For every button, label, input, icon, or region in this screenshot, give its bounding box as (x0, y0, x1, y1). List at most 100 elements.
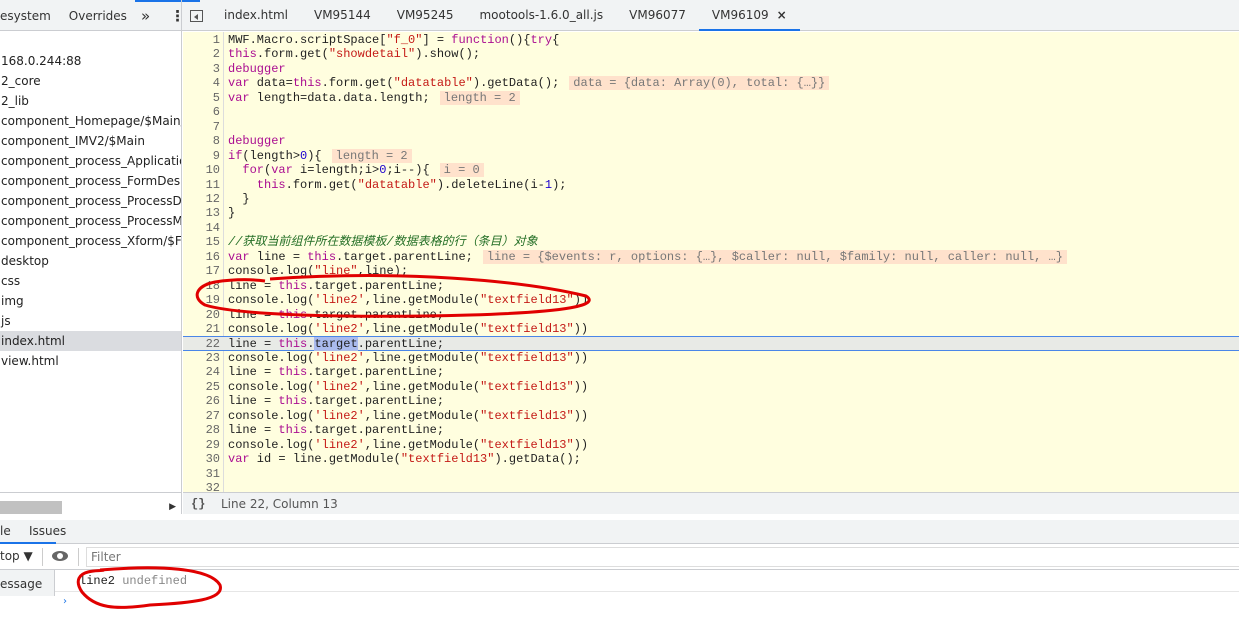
code-line[interactable]: 8 debugger (183, 134, 1239, 148)
message-value[interactable]: undefined (122, 574, 187, 588)
code-line[interactable]: 2 this.form.get("showdetail").show(); (183, 47, 1239, 61)
code-line[interactable]: 20 line = this.target.parentLine; (183, 308, 1239, 322)
code-line[interactable]: 1 MWF.Macro.scriptSpace["f_0"] = function… (183, 33, 1239, 47)
file-tab[interactable]: VM96077 (616, 0, 699, 31)
line-number[interactable]: 18 (183, 279, 220, 293)
code-line[interactable]: 19 console.log('line2',line.getModule("te… (183, 293, 1239, 307)
code-line[interactable]: 18 line = this.target.parentLine; (183, 279, 1239, 293)
code-line[interactable]: 22 line = this.target.parentLine; (183, 336, 1239, 352)
line-number[interactable]: 14 (183, 221, 220, 235)
line-number[interactable]: 30 (183, 452, 220, 466)
line-number[interactable]: 9 (183, 149, 220, 163)
code-line[interactable]: 9 if(length>0){length = 2 (183, 148, 1239, 163)
code-line[interactable]: 5 var length=data.data.length; length = 2 (183, 90, 1239, 105)
file-tab[interactable]: mootools-1.6.0_all.js (466, 0, 616, 31)
code-line[interactable]: 21 console.log('line2',line.getModule("te… (183, 322, 1239, 336)
line-number[interactable]: 29 (183, 438, 220, 452)
code-line[interactable]: 17 console.log("line",line); (183, 264, 1239, 278)
code-line[interactable]: 31 (183, 467, 1239, 481)
code-line[interactable]: 23 console.log('line2',line.getModule("te… (183, 351, 1239, 365)
code-line[interactable]: 16 var line = this.target.parentLine; line… (183, 249, 1239, 264)
line-number[interactable]: 16 (183, 250, 220, 264)
line-number[interactable]: 11 (183, 178, 220, 192)
toggle-navigator-button[interactable] (182, 0, 211, 31)
line-number[interactable]: 10 (183, 163, 220, 177)
code-editor[interactable]: 1 MWF.Macro.scriptSpace["f_0"] = function… (183, 32, 1239, 492)
line-number[interactable]: 8 (183, 134, 220, 148)
file-tree-item[interactable]: component_Homepage/$Main/de (0, 111, 181, 131)
line-number[interactable]: 32 (183, 481, 220, 492)
file-tab[interactable]: index.html (211, 0, 301, 31)
code-line[interactable]: 4 var data=this.form.get("datatable").get… (183, 76, 1239, 91)
code-line[interactable]: 32 (183, 481, 1239, 492)
file-tree-item[interactable]: component_process_FormDesigne (0, 171, 181, 191)
tab-overrides[interactable]: Overrides (69, 9, 127, 23)
code-line[interactable]: 15 //获取当前组件所在数据模板/数据表格的行（条目）对象 (183, 235, 1239, 249)
line-number[interactable]: 17 (183, 264, 220, 278)
line-number[interactable]: 13 (183, 206, 220, 220)
line-number[interactable]: 12 (183, 192, 220, 206)
file-tab[interactable]: VM95144 (301, 0, 384, 31)
tab-issues[interactable]: Issues (29, 520, 66, 544)
more-tabs-icon[interactable]: » (141, 7, 150, 25)
line-number[interactable]: 28 (183, 423, 220, 437)
line-number[interactable]: 31 (183, 467, 220, 481)
file-tree-item[interactable]: img (0, 291, 181, 311)
code-line[interactable]: 3 debugger (183, 62, 1239, 76)
file-tab[interactable]: VM95245 (384, 0, 467, 31)
line-number[interactable]: 6 (183, 105, 220, 119)
scroll-right-arrow-icon[interactable]: ▶ (169, 502, 176, 512)
navigator-horizontal-scrollbar[interactable]: ▶ (0, 492, 182, 514)
file-tree-item[interactable]: index.html (0, 331, 181, 351)
code-line[interactable]: 26 line = this.target.parentLine; (183, 394, 1239, 408)
file-tree-item[interactable]: 168.0.244:88 (0, 51, 181, 71)
code-line[interactable]: 25 console.log('line2',line.getModule("te… (183, 380, 1239, 394)
console-filter-input[interactable]: Filter (86, 547, 1239, 567)
line-number[interactable]: 25 (183, 380, 220, 394)
code-line[interactable]: 29 console.log('line2',line.getModule("te… (183, 438, 1239, 452)
line-number[interactable]: 23 (183, 351, 220, 365)
scrollbar-thumb[interactable] (0, 501, 62, 514)
line-number[interactable]: 24 (183, 365, 220, 379)
line-number[interactable]: 19 (183, 293, 220, 307)
line-number[interactable]: 20 (183, 308, 220, 322)
file-tree-item[interactable]: component_process_ProcessMana (0, 211, 181, 231)
line-number[interactable]: 15 (183, 235, 220, 249)
line-number[interactable]: 4 (183, 76, 220, 90)
line-number[interactable]: 1 (183, 33, 220, 47)
code-line[interactable]: 27 console.log('line2',line.getModule("te… (183, 409, 1239, 423)
file-tree-item[interactable]: 2_core (0, 71, 181, 91)
line-number[interactable]: 5 (183, 91, 220, 105)
code-line[interactable]: 7 (183, 120, 1239, 134)
file-tree-item[interactable]: css (0, 271, 181, 291)
file-tree-item[interactable]: component_process_ProcessDesig (0, 191, 181, 211)
line-number[interactable]: 7 (183, 120, 220, 134)
console-sidebar-messages[interactable]: essage (0, 570, 55, 596)
file-tree-item[interactable]: component_process_ApplicationEx (0, 151, 181, 171)
file-tree-item[interactable]: component_IMV2/$Main (0, 131, 181, 151)
line-number[interactable]: 27 (183, 409, 220, 423)
code-line[interactable]: 10 for(var i=length;i>0;i--){i = 0 (183, 163, 1239, 178)
file-tree-item[interactable]: view.html (0, 351, 181, 371)
file-tree-item[interactable]: desktop (0, 251, 181, 271)
line-number[interactable]: 3 (183, 62, 220, 76)
console-prompt-icon[interactable]: › (63, 596, 67, 607)
code-line[interactable]: 12 } (183, 192, 1239, 206)
code-line[interactable]: 13} (183, 206, 1239, 220)
file-tab[interactable]: VM96109 × (698, 0, 800, 31)
line-number[interactable]: 22 (183, 337, 220, 351)
pretty-print-icon[interactable]: {} (191, 493, 205, 515)
file-tree-item[interactable]: 2_lib (0, 91, 181, 111)
line-number[interactable]: 26 (183, 394, 220, 408)
line-number[interactable]: 21 (183, 322, 220, 336)
close-tab-icon[interactable]: × (777, 8, 787, 22)
code-line[interactable]: 30 var id = line.getModule("textfield13")… (183, 452, 1239, 466)
context-selector[interactable]: top ▼ (0, 549, 33, 563)
code-line[interactable]: 24 line = this.target.parentLine; (183, 365, 1239, 379)
code-line[interactable]: 6 (183, 105, 1239, 119)
code-line[interactable]: 11 this.form.get("datatable").deleteLine… (183, 178, 1239, 192)
line-number[interactable]: 2 (183, 47, 220, 61)
file-tree-item[interactable]: component_process_Xform/$Form (0, 231, 181, 251)
tab-filesystem[interactable]: esystem (0, 9, 51, 23)
code-line[interactable]: 14 (183, 221, 1239, 235)
